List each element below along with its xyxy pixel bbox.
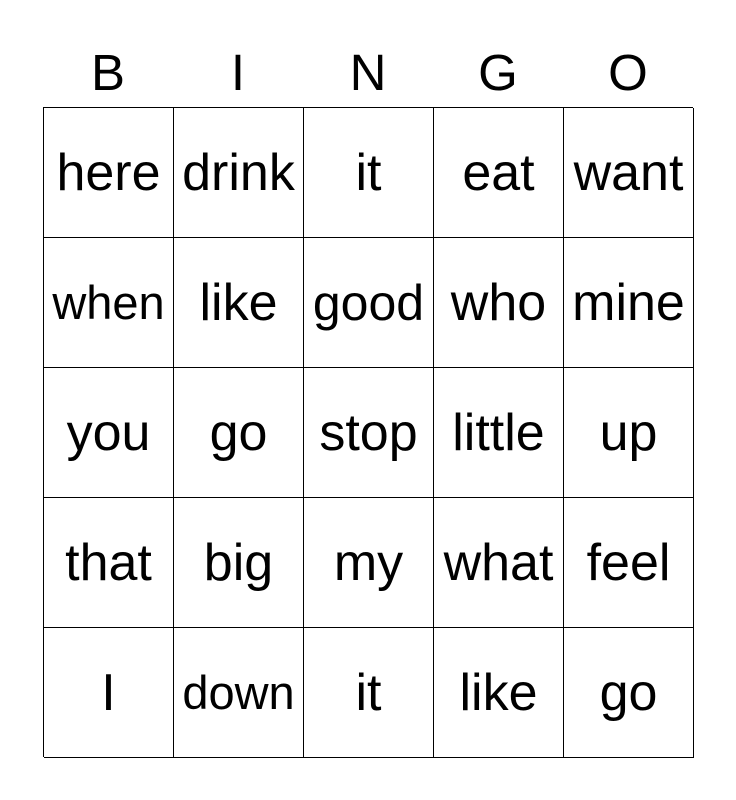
bingo-cell: what xyxy=(434,498,564,628)
bingo-cell: little xyxy=(434,368,564,498)
bingo-cell: you xyxy=(44,368,174,498)
bingo-cell: I xyxy=(44,628,174,758)
bingo-cell: want xyxy=(564,108,694,238)
header-letter: O xyxy=(608,44,648,101)
bingo-cell: down xyxy=(174,628,304,758)
bingo-cell: it xyxy=(304,108,434,238)
bingo-cell: that xyxy=(44,498,174,628)
bingo-cell: big xyxy=(174,498,304,628)
bingo-header: B I N G O xyxy=(43,40,693,106)
bingo-cell: it xyxy=(304,628,434,758)
bingo-cell: go xyxy=(564,628,694,758)
bingo-cell: mine xyxy=(564,238,694,368)
bingo-cell: here xyxy=(44,108,174,238)
bingo-cell: my xyxy=(304,498,434,628)
bingo-cell: up xyxy=(564,368,694,498)
bingo-cell: when xyxy=(44,238,174,368)
bingo-cell: go xyxy=(174,368,304,498)
bingo-cell: feel xyxy=(564,498,694,628)
bingo-cell: good xyxy=(304,238,434,368)
header-letter: B xyxy=(90,44,126,101)
bingo-cell: who xyxy=(434,238,564,368)
bingo-cell: like xyxy=(434,628,564,758)
bingo-cell: stop xyxy=(304,368,434,498)
header-letter: N xyxy=(349,44,387,101)
header-letter: I xyxy=(230,44,246,101)
bingo-cell: like xyxy=(174,238,304,368)
bingo-cell: eat xyxy=(434,108,564,238)
bingo-cell: drink xyxy=(174,108,304,238)
header-letter: G xyxy=(478,44,518,101)
bingo-grid: here drink it eat want when like good wh… xyxy=(43,107,694,758)
